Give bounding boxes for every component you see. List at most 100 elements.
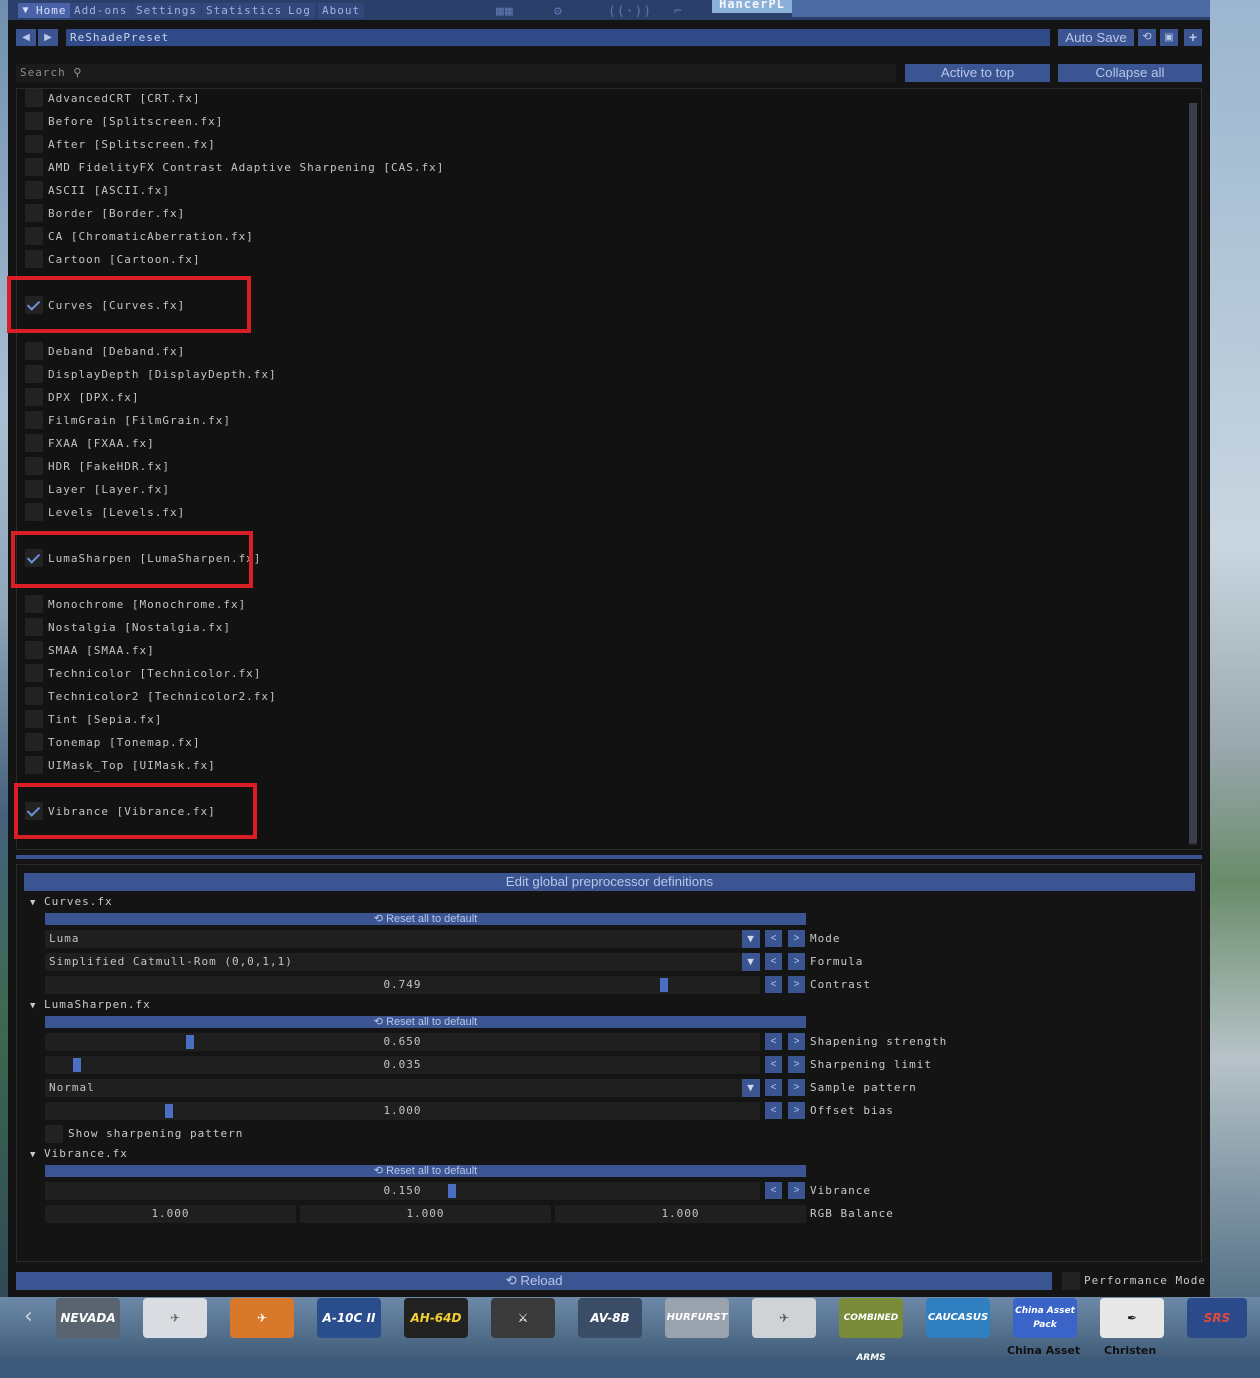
sharpen-limit-slider[interactable]: 0.035 — [45, 1056, 760, 1074]
effect-checkbox[interactable] — [25, 89, 43, 107]
reset-lumasharpen-button[interactable]: ⟲ Reset all to default — [45, 1016, 806, 1028]
offset-increase-button[interactable]: > — [788, 1102, 805, 1119]
taskbar-tile[interactable]: AH-64D — [404, 1298, 468, 1338]
effect-checkbox[interactable] — [25, 227, 43, 245]
vibrance-decrease-button[interactable]: < — [765, 1182, 782, 1199]
effect-checkbox[interactable] — [25, 756, 43, 774]
offset-decrease-button[interactable]: < — [765, 1102, 782, 1119]
auto-save-button[interactable]: Auto Save — [1058, 29, 1134, 46]
taskbar-tile[interactable]: NEVADA — [56, 1298, 120, 1338]
save-icon[interactable]: ▣ — [1160, 29, 1178, 46]
rgb-red-field[interactable]: 1.000 — [45, 1205, 296, 1223]
formula-prev-button[interactable]: < — [765, 953, 782, 970]
menu-addons[interactable]: Add-ons — [70, 3, 132, 18]
effect-checkbox[interactable] — [25, 687, 43, 705]
effect-checkbox[interactable] — [25, 135, 43, 153]
formula-next-button[interactable]: > — [788, 953, 805, 970]
vibrance-slider[interactable]: 0.150 — [45, 1182, 760, 1200]
strength-increase-button[interactable]: > — [788, 1033, 805, 1050]
taskbar-tile[interactable]: HURFURST — [665, 1298, 729, 1338]
effect-list-scrollbar[interactable] — [1189, 103, 1197, 845]
taskbar-tile[interactable]: ⚔ — [491, 1298, 555, 1338]
slider-thumb[interactable] — [448, 1184, 456, 1198]
pattern-prev-button[interactable]: < — [765, 1079, 782, 1096]
previous-preset-button[interactable]: ◀ — [16, 29, 36, 46]
effect-checkbox[interactable] — [25, 181, 43, 199]
menu-log[interactable]: Log — [284, 3, 315, 18]
search-input[interactable]: Search ⚲ — [16, 64, 896, 82]
slider-thumb[interactable] — [73, 1058, 81, 1072]
contrast-slider[interactable]: 0.749 — [45, 976, 760, 994]
scrollbar-thumb[interactable] — [1189, 103, 1197, 843]
performance-mode-checkbox[interactable] — [1062, 1272, 1080, 1290]
effect-checkbox[interactable] — [25, 641, 43, 659]
menu-settings[interactable]: Settings — [132, 3, 201, 18]
menu-about[interactable]: About — [318, 3, 365, 18]
effect-checkbox[interactable] — [25, 250, 43, 268]
reset-vibrance-button[interactable]: ⟲ Reset all to default — [45, 1165, 806, 1177]
active-to-top-button[interactable]: Active to top — [905, 64, 1050, 82]
formula-dropdown[interactable]: Simplified Catmull-Rom (0,0,1,1) — [45, 953, 760, 971]
next-preset-button[interactable]: ▶ — [38, 29, 58, 46]
effect-checkbox[interactable] — [25, 112, 43, 130]
rgb-green-field[interactable]: 1.000 — [300, 1205, 551, 1223]
slider-thumb[interactable] — [165, 1104, 173, 1118]
mode-prev-button[interactable]: < — [765, 930, 782, 947]
effect-checkbox[interactable] — [25, 158, 43, 176]
pattern-next-button[interactable]: > — [788, 1079, 805, 1096]
menu-statistics[interactable]: Statistics — [202, 3, 287, 18]
mode-next-button[interactable]: > — [788, 930, 805, 947]
offset-bias-slider[interactable]: 1.000 — [45, 1102, 760, 1120]
slider-thumb[interactable] — [186, 1035, 194, 1049]
slider-thumb[interactable] — [660, 978, 668, 992]
effect-checkbox[interactable] — [25, 618, 43, 636]
taskbar-tile[interactable]: ✈ — [230, 1298, 294, 1338]
edit-preprocessor-button[interactable]: Edit global preprocessor definitions — [24, 873, 1195, 891]
effect-checkbox[interactable] — [25, 595, 43, 613]
chevron-left-icon[interactable]: ‹ — [22, 1304, 36, 1329]
taskbar-tile[interactable]: ✈ — [752, 1298, 816, 1338]
effect-checkbox[interactable] — [25, 204, 43, 222]
effect-checkbox[interactable] — [25, 503, 43, 521]
section-curves[interactable]: ▼ Curves.fx — [30, 895, 113, 909]
mode-dropdown[interactable]: Luma — [45, 930, 760, 948]
rgb-blue-field[interactable]: 1.000 — [555, 1205, 806, 1223]
effect-checkbox[interactable] — [25, 342, 43, 360]
strength-decrease-button[interactable]: < — [765, 1033, 782, 1050]
limit-decrease-button[interactable]: < — [765, 1056, 782, 1073]
sharpen-strength-slider[interactable]: 0.650 — [45, 1033, 760, 1051]
taskbar-tile[interactable]: China Asset Pack — [1013, 1298, 1077, 1338]
effect-checkbox[interactable] — [25, 388, 43, 406]
add-icon[interactable]: + — [1184, 29, 1202, 46]
effect-checkbox[interactable] — [25, 733, 43, 751]
limit-increase-button[interactable]: > — [788, 1056, 805, 1073]
effect-checkbox[interactable] — [25, 710, 43, 728]
collapse-all-button[interactable]: Collapse all — [1058, 64, 1202, 82]
dropdown-arrow-icon[interactable]: ▼ — [742, 1079, 760, 1097]
effect-checkbox[interactable] — [25, 664, 43, 682]
menu-home[interactable]: Home — [32, 3, 71, 18]
effect-checkbox[interactable] — [25, 480, 43, 498]
section-lumasharpen[interactable]: ▼ LumaSharpen.fx — [30, 998, 151, 1012]
effect-checkbox[interactable] — [25, 434, 43, 452]
effect-checkbox[interactable] — [25, 411, 43, 429]
panel-splitter[interactable] — [16, 855, 1202, 859]
vibrance-increase-button[interactable]: > — [788, 1182, 805, 1199]
preset-selector[interactable]: ReShadePreset — [66, 29, 1050, 46]
dropdown-arrow-icon[interactable]: ▼ — [742, 930, 760, 948]
dropdown-arrow-icon[interactable]: ▼ — [742, 953, 760, 971]
taskbar-tile[interactable]: COMBINED ARMS — [839, 1298, 903, 1363]
effect-checkbox[interactable] — [25, 457, 43, 475]
reset-curves-button[interactable]: ⟲ Reset all to default — [45, 913, 806, 925]
reload-icon[interactable]: ⟲ — [1138, 29, 1156, 46]
taskbar-tile[interactable]: CAUCASUS — [926, 1298, 990, 1338]
taskbar-tile[interactable]: ✒ — [1100, 1298, 1164, 1338]
taskbar-tile[interactable]: SRS — [1187, 1298, 1247, 1338]
reload-button[interactable]: ⟲ Reload — [16, 1272, 1052, 1290]
show-pattern-checkbox[interactable] — [45, 1125, 63, 1143]
taskbar-tile[interactable]: ✈ — [143, 1298, 207, 1338]
section-vibrance[interactable]: ▼ Vibrance.fx — [30, 1147, 128, 1161]
contrast-decrease-button[interactable]: < — [765, 976, 782, 993]
contrast-increase-button[interactable]: > — [788, 976, 805, 993]
taskbar-tile[interactable]: A-10C II — [317, 1298, 381, 1338]
